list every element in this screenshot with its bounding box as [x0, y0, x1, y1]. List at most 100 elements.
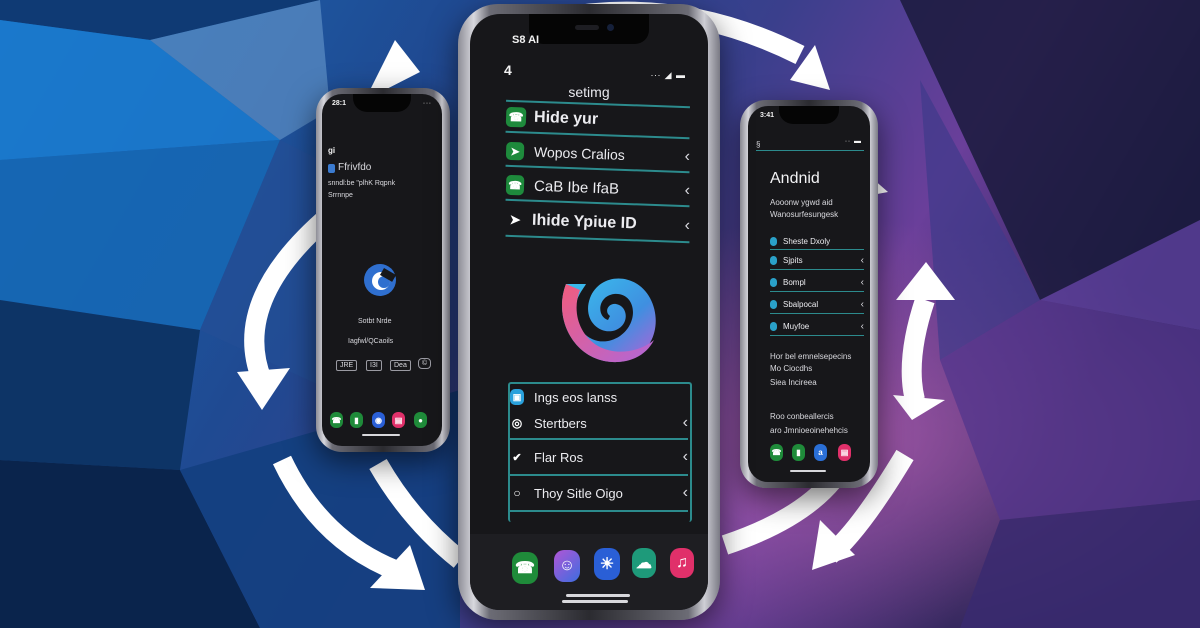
arrow-head-up-right: [896, 262, 955, 300]
arrow-bottom-inner: [369, 459, 467, 568]
back-button[interactable]: §: [756, 140, 760, 149]
paragraph-line: Mo Ciocdhs: [770, 364, 813, 373]
center-phone: S8 AI ∙∙∙ ◢ ▬ 4 setimg ☎ Hide yur ➤ Wopo…: [458, 4, 720, 620]
menu-item-ings[interactable]: ▣ Ings eos lanss: [510, 386, 688, 408]
menu-item[interactable]: Muyfoe ‹: [770, 318, 864, 336]
maps-app-icon[interactable]: ◉: [372, 412, 385, 428]
menu-item[interactable]: Sjpits ‹: [770, 252, 864, 270]
arrow-bottom-right: [721, 473, 841, 555]
center-phone-screen: S8 AI ∙∙∙ ◢ ▬ 4 setimg ☎ Hide yur ➤ Wopo…: [470, 14, 708, 610]
screen-title: Andnid: [770, 170, 820, 187]
messages-app-icon[interactable]: ▮: [792, 444, 805, 461]
chevron-icon: ‹: [684, 217, 691, 235]
app-icon: [328, 164, 335, 173]
circle-icon: ○: [513, 486, 521, 500]
caption-2: Iagfwl/QCaoils: [348, 338, 394, 345]
home-indicator[interactable]: [790, 470, 826, 472]
menu-item[interactable]: Bompl ‹: [770, 274, 864, 292]
app-icon: ▣: [510, 389, 524, 405]
option-button[interactable]: I3I: [366, 360, 382, 371]
right-phone-screen: 3:41 ∙∙ ▬ § Andnid Aooonw ygwd aid Wanos…: [748, 106, 870, 482]
g-logo-icon: [364, 264, 397, 296]
right-phone: 3:41 ∙∙ ▬ § Andnid Aooonw ygwd aid Wanos…: [740, 100, 878, 488]
files-app-icon[interactable]: a: [814, 444, 827, 461]
divider: [756, 150, 864, 151]
status-time: S8 AI: [512, 34, 540, 46]
menu-item-wopos[interactable]: ➤ Wopos Cralios ‹: [505, 136, 691, 174]
status-time: 3:41: [760, 112, 775, 119]
menu-item-hide-your[interactable]: ☎ Hide yur: [505, 102, 691, 140]
chevron-icon: ‹: [684, 148, 691, 166]
paragraph-line: Roo conbeallercis: [770, 412, 834, 421]
app-icon: [770, 300, 777, 309]
app-icon: [770, 322, 777, 331]
home-indicator[interactable]: [566, 594, 630, 597]
option-button[interactable]: ©: [418, 358, 432, 369]
instagram-icon: ◎: [511, 416, 523, 430]
chevron-icon: ‹: [860, 255, 864, 266]
speaker: [575, 25, 599, 30]
notch: [529, 14, 649, 44]
option-button[interactable]: Dea: [390, 360, 411, 371]
status-icons: ∙∙∙: [423, 100, 432, 107]
paragraph-line: aro Jmnioeoinehehcis: [770, 426, 848, 435]
menu-item[interactable]: Sbalpocal ‹: [770, 296, 864, 314]
phone-icon: ☎: [505, 174, 525, 196]
chevron-icon: ‹: [860, 277, 864, 288]
screen-title: setimg: [568, 84, 610, 100]
menu-item-hide-id[interactable]: ➤ Ihide Ypiue ID ‹: [505, 204, 691, 244]
photos-app-icon[interactable]: ☀: [594, 548, 620, 580]
music-app-icon[interactable]: ♫: [670, 548, 694, 578]
chevron-icon: ‹: [682, 414, 688, 431]
phone-icon: ☎: [505, 106, 527, 128]
left-phone-screen: 28:1 ∙∙∙ gi Ffrivfdo snndl:be "plhK Rqpn…: [322, 94, 442, 446]
contacts-app-icon[interactable]: ☺: [554, 550, 580, 582]
send-icon: ➤: [509, 211, 521, 228]
chevron-icon: ‹: [682, 448, 688, 465]
paragraph-line: Siea Incireea: [770, 378, 817, 387]
left-phone: 28:1 ∙∙∙ gi Ffrivfdo snndl:be "plhK Rqpn…: [316, 88, 450, 452]
notch: [353, 94, 411, 112]
subtitle-line-2: Wanosurfesungesk: [770, 210, 839, 219]
app-icon: [770, 256, 777, 265]
chevron-icon: ‹: [682, 484, 688, 501]
phone-app-icon[interactable]: ☎: [512, 552, 538, 584]
phone-app-icon[interactable]: ☎: [770, 444, 783, 461]
status-time: 28:1: [332, 100, 347, 107]
subtitle-line-1: Aooonw ygwd aid: [770, 198, 833, 207]
back-button[interactable]: 4: [504, 62, 512, 78]
spiral-logo-icon: [561, 278, 656, 363]
status-icons: ∙∙ ▬: [845, 138, 862, 145]
arrow-right-mid: [901, 296, 935, 403]
subtitle-line-1: snndl:be "plhK Rqpnk: [328, 180, 396, 187]
status-icons: ∙∙∙ ◢ ▬: [650, 70, 686, 80]
chat-app-icon[interactable]: ☁: [632, 548, 656, 578]
home-indicator-secondary: [562, 600, 628, 603]
chevron-icon: ‹: [860, 299, 864, 310]
store-app-icon[interactable]: ▤: [838, 444, 851, 461]
app-icon: [770, 237, 777, 246]
menu-item-cab[interactable]: ☎ CaB Ibe IfaB ‹: [505, 170, 691, 208]
phone-app-icon[interactable]: ☎: [330, 412, 343, 428]
menu-item-flar-ros[interactable]: ✔ Flar Ros ‹: [510, 440, 688, 476]
app-icon: [770, 278, 777, 287]
option-button[interactable]: JRE: [336, 360, 358, 371]
send-icon: ➤: [505, 141, 525, 161]
screen-title: Ffrivfdo: [338, 162, 372, 173]
back-button[interactable]: gi: [328, 146, 335, 155]
home-indicator[interactable]: [362, 434, 400, 436]
messages-app-icon[interactable]: ▮: [350, 412, 363, 428]
front-camera: [607, 24, 614, 31]
chevron-icon: ‹: [684, 182, 691, 200]
menu-item-stertbers[interactable]: ◎ Stertbers ‹: [510, 408, 688, 440]
notch: [779, 106, 839, 124]
menu-item[interactable]: Sheste Dxoly: [770, 234, 864, 250]
arrow-head-down-right: [893, 395, 945, 420]
check-icon: ✔: [512, 451, 522, 464]
paragraph-line: Hor bel emnelsepecins: [770, 352, 852, 361]
chat-app-icon[interactable]: ●: [414, 412, 427, 428]
files-app-icon[interactable]: ▤: [392, 412, 405, 428]
caption-1: Sotbt Nrde: [358, 318, 392, 325]
menu-item-thoy[interactable]: ○ Thoy Sitle Oigo ‹: [510, 476, 688, 512]
arrow-head-down-left: [237, 368, 290, 410]
